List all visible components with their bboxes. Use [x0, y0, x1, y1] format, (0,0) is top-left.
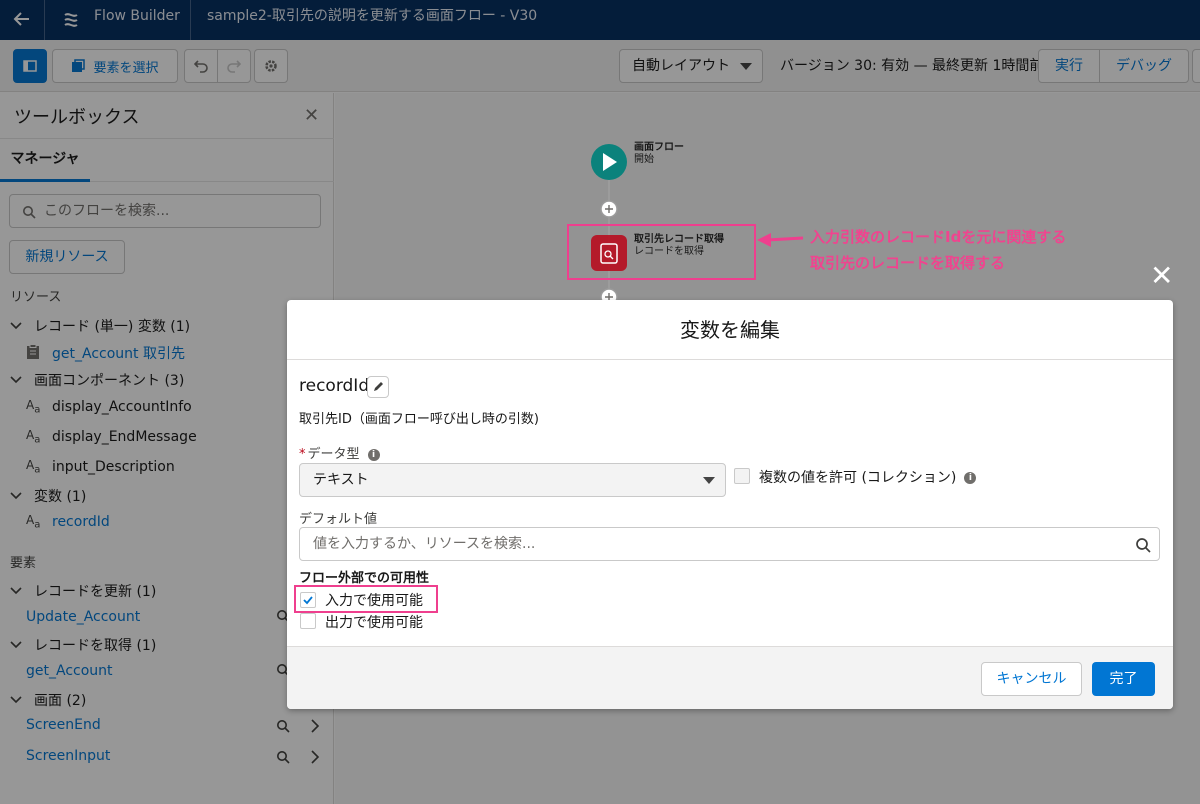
default-value-input[interactable]: 値を入力するか、リソースを検索... [299, 527, 1160, 561]
variable-description: 取引先ID（画面フロー呼び出し時の引数) [299, 412, 539, 427]
available-output-label: 出力で使用可能 [325, 615, 423, 631]
modal-title: 変数を編集 [287, 300, 1173, 360]
chevron-down-icon [703, 477, 715, 484]
data-type-select[interactable]: テキスト [299, 463, 726, 497]
close-icon[interactable]: ✕ [1150, 262, 1173, 290]
highlight-box [567, 224, 756, 280]
allow-multiple-checkbox[interactable] [734, 468, 750, 484]
annotation-text: 入力引数のレコードIdを元に関連する 取引先のレコードを取得する [810, 228, 1067, 272]
done-button[interactable]: 完了 [1092, 662, 1155, 696]
info-icon[interactable]: i [964, 472, 977, 484]
availability-label: フロー外部での可用性 [299, 571, 430, 586]
data-type-label: * データ型 i [299, 443, 380, 462]
edit-variable-modal: 変数を編集 recordId 取引先ID（画面フロー呼び出し時の引数) * データ… [287, 300, 1173, 709]
pencil-icon [374, 382, 383, 391]
highlight-box [294, 585, 438, 613]
cancel-button[interactable]: キャンセル [981, 662, 1082, 696]
search-icon [1136, 538, 1151, 553]
annotation-arrow [757, 233, 804, 247]
edit-name-button[interactable] [367, 376, 389, 398]
default-value-label: デフォルト値 [299, 512, 378, 527]
allow-multiple-label: 複数の値を許可 (コレクション) i [759, 467, 977, 487]
start-node-label: 画面フロー 開始 [634, 142, 684, 165]
variable-api-name: recordId [299, 376, 370, 396]
available-output-checkbox[interactable] [300, 613, 316, 629]
info-icon[interactable]: i [367, 448, 380, 461]
